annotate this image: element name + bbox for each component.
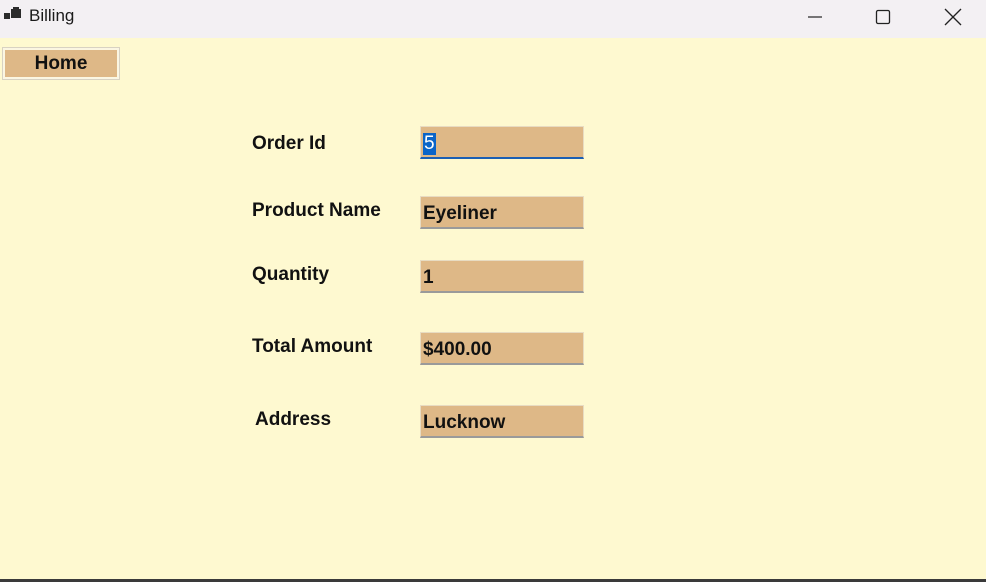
app-window-icon [4,7,22,23]
order-id-value: 5 [423,132,436,155]
quantity-label: Quantity [252,264,330,285]
close-icon [944,8,962,26]
total-amount-value: $400.00 [423,338,492,360]
total-amount-label: Total Amount [252,336,373,357]
order-id-label: Order Id [252,133,326,154]
title-bar[interactable]: Billing [0,0,986,38]
product-name-field[interactable]: Eyeliner [420,196,584,229]
maximize-button[interactable] [848,0,918,34]
home-button[interactable]: Home [2,47,120,80]
minimize-icon [807,9,823,25]
address-field[interactable]: Lucknow [420,405,584,438]
product-name-label: Product Name [252,200,381,221]
address-label: Address [255,409,332,430]
minimize-button[interactable] [780,0,850,34]
address-value: Lucknow [423,411,506,433]
maximize-icon [875,9,891,25]
product-name-value: Eyeliner [423,202,497,224]
close-button[interactable] [918,0,986,34]
home-button-label: Home [5,50,117,77]
billing-window: Billing Home Order Id 5 Product Name Eye… [0,0,986,582]
quantity-value: 1 [423,266,434,288]
window-title: Billing [29,6,75,25]
order-id-field[interactable]: 5 [420,126,584,159]
total-amount-field[interactable]: $400.00 [420,332,584,365]
quantity-field[interactable]: 1 [420,260,584,293]
